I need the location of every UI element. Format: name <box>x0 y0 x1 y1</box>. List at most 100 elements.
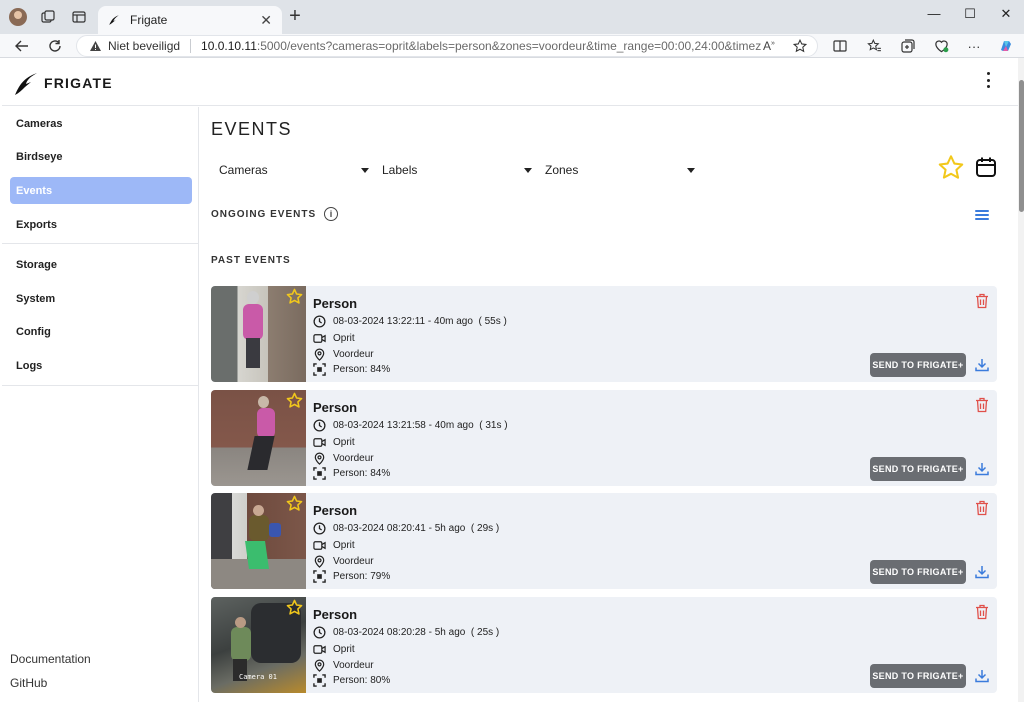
more-options-icon[interactable]: ··· <box>966 38 982 54</box>
page-scrollbar[interactable] <box>1018 58 1024 702</box>
list-menu-icon[interactable] <box>975 210 989 220</box>
sidebar-item-birdseye[interactable]: Birdseye <box>10 143 192 170</box>
event-score-row: Person: 84% <box>313 363 390 376</box>
object-detection-icon <box>313 674 326 687</box>
browser-tab-frigate[interactable]: Frigate ✕ <box>98 6 282 34</box>
calendar-icon[interactable] <box>972 153 1000 181</box>
labels-filter[interactable]: Labels <box>382 161 532 179</box>
event-card[interactable]: Camera 01 Person 08-03-2024 08:20:28 - 5… <box>211 597 997 693</box>
download-icon[interactable] <box>975 358 989 372</box>
event-zone-row: Voordeur <box>313 659 374 672</box>
event-camera-row: Oprit <box>313 644 355 655</box>
github-link[interactable]: GitHub <box>10 676 47 690</box>
split-screen-icon[interactable] <box>832 38 848 54</box>
chevron-down-icon <box>687 167 695 173</box>
collections-icon[interactable] <box>900 38 916 54</box>
ongoing-events-heading: ONGOING EVENTS <box>211 209 317 220</box>
page-title: EVENTS <box>211 119 293 139</box>
delete-trash-icon[interactable] <box>975 293 989 309</box>
event-time-row: 08-03-2024 13:21:58 - 40m ago ( 31s ) <box>313 419 508 432</box>
favorite-star-icon[interactable] <box>286 495 303 512</box>
sidebar-item-exports[interactable]: Exports <box>10 211 192 238</box>
sidebar-item-config[interactable]: Config <box>10 318 192 345</box>
back-arrow-icon[interactable] <box>12 36 32 56</box>
event-camera-row: Oprit <box>313 333 355 344</box>
download-icon[interactable] <box>975 565 989 579</box>
backpack <box>269 523 281 537</box>
url-host: 10.0.10.11 <box>201 39 257 53</box>
frigate-logo[interactable]: FRIGATE <box>14 70 113 96</box>
logo-text: FRIGATE <box>44 75 113 91</box>
new-tab-button[interactable]: + <box>286 6 304 26</box>
sidebar: Cameras Birdseye Events Exports Storage … <box>2 107 199 702</box>
event-card[interactable]: Person 08-03-2024 13:21:58 - 40m ago ( 3… <box>211 390 997 486</box>
copilot-icon[interactable] <box>998 38 1014 54</box>
profile-avatar[interactable] <box>9 8 27 26</box>
event-zone-row: Voordeur <box>313 555 374 568</box>
event-camera: Oprit <box>333 644 355 655</box>
sidebar-item-logs[interactable]: Logs <box>10 352 192 379</box>
favorite-star-icon[interactable] <box>286 392 303 409</box>
sidebar-item-events[interactable]: Events <box>10 177 192 204</box>
event-score-row: Person: 80% <box>313 674 390 687</box>
map-pin-icon <box>314 452 325 465</box>
scrollbar-thumb[interactable] <box>1019 80 1024 212</box>
favorites-filter-star-icon[interactable] <box>937 153 965 181</box>
event-score: Person: 84% <box>333 364 391 375</box>
url-text: 10.0.10.11:5000/events?cameras=oprit&lab… <box>201 39 761 53</box>
event-thumbnail[interactable]: Camera 01 <box>211 597 306 693</box>
event-card[interactable]: Person 08-03-2024 13:22:11 - 40m ago ( 5… <box>211 286 997 382</box>
close-window-button[interactable]: ✕ <box>996 6 1016 24</box>
info-icon[interactable]: i <box>324 207 338 221</box>
address-bar[interactable]: Niet beveiligd 10.0.10.11:5000/events?ca… <box>76 35 818 57</box>
maximize-button[interactable]: ☐ <box>960 6 980 24</box>
workspaces-icon[interactable] <box>39 8 57 26</box>
event-card[interactable]: Person 08-03-2024 08:20:41 - 5h ago ( 29… <box>211 493 997 589</box>
browser-essentials-icon[interactable] <box>933 38 949 54</box>
delete-trash-icon[interactable] <box>975 604 989 620</box>
send-to-frigate-plus-button[interactable]: SEND TO FRIGATE+ <box>870 664 966 688</box>
event-zone-row: Voordeur <box>313 348 374 361</box>
browser-toolbar: Niet beveiligd 10.0.10.11:5000/events?ca… <box>0 34 1024 58</box>
cameras-filter[interactable]: Cameras <box>219 161 369 179</box>
event-time-row: 08-03-2024 08:20:41 - 5h ago ( 29s ) <box>313 522 499 535</box>
tab-close-icon[interactable]: ✕ <box>260 12 272 29</box>
events-main: EVENTS Cameras Labels Zones ONGOING EVEN… <box>200 107 1018 702</box>
minimize-button[interactable]: — <box>924 6 944 24</box>
delete-trash-icon[interactable] <box>975 397 989 413</box>
send-to-frigate-plus-button[interactable]: SEND TO FRIGATE+ <box>870 353 966 377</box>
event-thumbnail[interactable] <box>211 493 306 589</box>
sidebar-item-cameras[interactable]: Cameras <box>10 110 192 137</box>
read-aloud-icon[interactable]: A» <box>763 39 775 53</box>
object-detection-icon <box>313 467 326 480</box>
more-vertical-icon[interactable] <box>984 72 992 88</box>
cameras-filter-label: Cameras <box>219 163 268 177</box>
sidebar-item-storage[interactable]: Storage <box>10 251 192 278</box>
download-icon[interactable] <box>975 462 989 476</box>
favorite-star-icon[interactable] <box>286 599 303 616</box>
delete-trash-icon[interactable] <box>975 500 989 516</box>
frigate-app: FRIGATE Cameras Birdseye Events Exports … <box>2 58 1018 702</box>
favorite-star-icon[interactable] <box>792 38 808 56</box>
send-to-frigate-plus-button[interactable]: SEND TO FRIGATE+ <box>870 560 966 584</box>
event-zone: Voordeur <box>333 556 374 567</box>
event-duration: ( 25s ) <box>470 627 500 638</box>
favorites-icon[interactable] <box>866 38 882 54</box>
send-to-frigate-plus-button[interactable]: SEND TO FRIGATE+ <box>870 457 966 481</box>
tab-actions-icon[interactable] <box>70 8 88 26</box>
browser-titlebar: Frigate ✕ + — ☐ ✕ <box>0 0 1024 34</box>
event-zone: Voordeur <box>333 453 374 464</box>
favorite-star-icon[interactable] <box>286 288 303 305</box>
event-zone-row: Voordeur <box>313 452 374 465</box>
download-icon[interactable] <box>975 669 989 683</box>
clock-icon <box>313 419 326 432</box>
event-thumbnail[interactable] <box>211 286 306 382</box>
labels-filter-label: Labels <box>382 163 418 177</box>
event-duration: ( 29s ) <box>470 523 500 534</box>
refresh-icon[interactable] <box>45 36 65 56</box>
zones-filter[interactable]: Zones <box>545 161 695 179</box>
event-thumbnail[interactable] <box>211 390 306 486</box>
past-events-heading: PAST EVENTS <box>211 255 291 266</box>
documentation-link[interactable]: Documentation <box>10 652 91 666</box>
sidebar-item-system[interactable]: System <box>10 285 192 312</box>
